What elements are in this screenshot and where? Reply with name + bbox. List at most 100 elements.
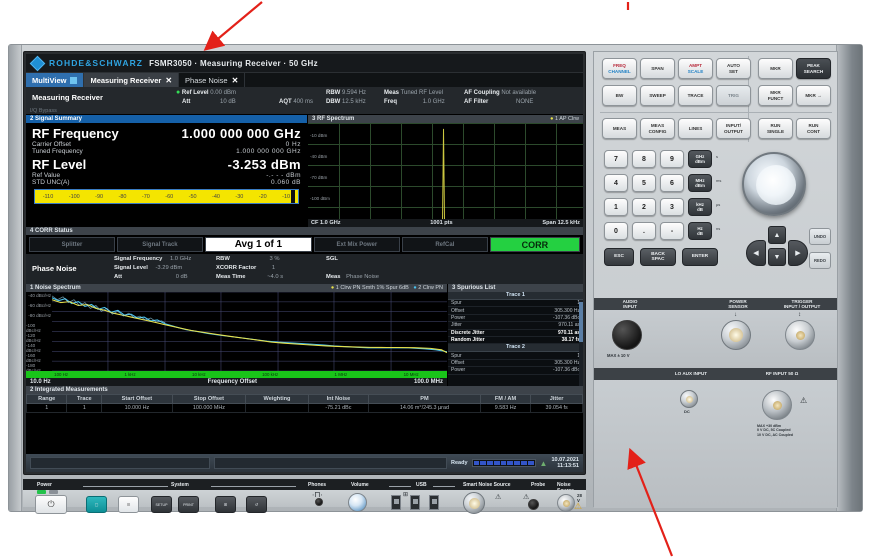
ext-mix-power-button[interactable]: Ext Mix Power — [314, 237, 400, 252]
close-icon[interactable]: ✕ — [232, 76, 239, 85]
key-9[interactable]: 9 — [660, 150, 684, 168]
integrated-measurements-window[interactable]: 2 Integrated Measurements Range Trace St… — [26, 386, 583, 413]
key-6[interactable]: 6 — [660, 174, 684, 192]
arrow-right-icon[interactable]: ▶ — [788, 240, 808, 266]
signal-level-value[interactable]: -3.29 dBm — [149, 265, 182, 271]
key-3[interactable]: 3 — [660, 198, 684, 216]
arrow-down-icon[interactable]: ▼ — [768, 248, 786, 266]
key-peak-search[interactable]: PEAK SEARCH — [796, 58, 831, 79]
key-1[interactable]: 1 — [604, 198, 628, 216]
key-unit-khz-db[interactable]: kHz dB — [688, 198, 712, 216]
signal-summary-window[interactable]: 2 Signal Summary RF Frequency 1.000 000 … — [26, 115, 307, 227]
ref-level-value[interactable]: 0.00 dBm — [210, 90, 236, 96]
key-0[interactable]: 0 — [604, 222, 628, 240]
noise-spectrum-plot[interactable]: -40 dBc/Hz -60 dBc/Hz -80 dBc/Hz -100 dB… — [26, 292, 447, 378]
key-decimal-point[interactable]: . — [632, 222, 656, 240]
key-unit-ghz-dbm[interactable]: GHz dBm — [688, 150, 712, 168]
aqt-value[interactable]: 400 ms — [293, 99, 313, 105]
key-7[interactable]: 7 — [604, 150, 628, 168]
key-mkr[interactable]: MKR — [758, 58, 793, 79]
corr-badge[interactable]: CORR — [490, 237, 580, 252]
af-coupling-value[interactable]: Not available — [501, 90, 536, 96]
navigation-knob[interactable] — [742, 152, 806, 216]
pn-meas-value[interactable]: Phase Noise — [342, 274, 379, 280]
close-icon[interactable]: ✕ — [165, 76, 172, 85]
key-redo[interactable]: REDO — [809, 252, 831, 269]
usb-port[interactable] — [410, 495, 420, 510]
key-input-output[interactable]: INPUT/ OUTPUT — [716, 118, 751, 139]
key-trig[interactable]: TRIG — [716, 85, 751, 106]
key-8[interactable]: 8 — [632, 150, 656, 168]
key-ampt-scale[interactable]: AMPT SCALE — [678, 58, 713, 79]
key-span[interactable]: SPAN — [640, 58, 675, 79]
lo-aux-input-connector[interactable] — [680, 390, 698, 408]
signal-track-button[interactable]: Signal Track — [117, 237, 203, 252]
volume-knob[interactable] — [348, 493, 367, 512]
spurious-list-scrollbar[interactable] — [579, 300, 583, 386]
signal-frequency-value[interactable]: 1.0 GHz — [164, 256, 191, 262]
noise-source-control-connector[interactable] — [557, 494, 575, 512]
trigger-io-connector[interactable] — [785, 320, 815, 350]
dbw-value[interactable]: 12.5 kHz — [342, 99, 366, 105]
key-bw[interactable]: BW — [602, 85, 637, 106]
spurious-list-body[interactable]: Trace 1 Spur1 Offset305.300 Hz Power-107… — [448, 292, 583, 386]
corr-status-window[interactable]: 4 CORR Status Splitter Signal Track Avg … — [26, 227, 583, 254]
key-meas[interactable]: MEAS — [602, 118, 637, 139]
key-sweep[interactable]: SWEEP — [640, 85, 675, 106]
key-esc[interactable]: ESC — [604, 248, 634, 266]
freq-value[interactable]: 1.0 GHz — [399, 99, 445, 105]
rbw-value[interactable]: 9.594 Hz — [342, 90, 366, 96]
af-filter-value[interactable]: NONE — [490, 99, 533, 105]
key-mkr-funct[interactable]: MKR FUNCT — [758, 85, 793, 106]
display-button[interactable]: ☰ — [118, 496, 139, 513]
att-value[interactable]: 10 dB — [192, 99, 236, 105]
setup-button[interactable]: SETUP — [151, 496, 172, 513]
smart-noise-source-connector[interactable] — [463, 492, 485, 514]
rf-spectrum-plot[interactable]: -10 dBm -40 dBm -70 dBm -100 dBm — [308, 123, 583, 219]
spurious-list-window[interactable]: 3 Spurious List Trace 1 Spur1 Offset305.… — [447, 284, 583, 386]
meas-time-value[interactable]: ~4.0 s — [247, 274, 283, 280]
probe-connector[interactable] — [528, 499, 539, 510]
key-meas-config[interactable]: MEAS CONFIG — [640, 118, 675, 139]
key-run-cont[interactable]: RUN CONT — [796, 118, 831, 139]
noise-spectrum-window[interactable]: 1 Noise Spectrum ● 1 Clrw PN Smth 1% Spu… — [26, 284, 447, 386]
average-count-display[interactable]: Avg 1 of 1 — [205, 237, 312, 252]
usb-port[interactable] — [391, 495, 401, 510]
preset-button[interactable]: ↺ — [246, 496, 267, 513]
key-mkr-to[interactable]: MKR → — [796, 85, 831, 106]
table-row[interactable]: 1 1 10.000 Hz 100.000 MHz -75.21 dBc 14.… — [27, 404, 583, 413]
tab-measuring-receiver[interactable]: Measuring Receiver ✕ — [84, 73, 179, 87]
usb-port[interactable] — [429, 495, 439, 510]
pn-att-value[interactable]: 0 dB — [124, 274, 188, 280]
key-enter[interactable]: ENTER — [682, 248, 718, 266]
tab-multiview[interactable]: MultiView — [26, 73, 84, 87]
key-backspace[interactable]: BACK SPAC — [640, 248, 676, 266]
home-button[interactable]: ▢ — [86, 496, 107, 513]
tab-phase-noise[interactable]: Phase Noise ✕ — [179, 73, 245, 87]
meas-value[interactable]: Tuned RF Level — [401, 90, 443, 96]
key-run-single[interactable]: RUN SINGLE — [758, 118, 793, 139]
key-undo[interactable]: UNDO — [809, 228, 831, 245]
rf-spectrum-window[interactable]: 3 RF Spectrum ● 1 AP Clrw — [307, 115, 583, 227]
key-4[interactable]: 4 — [604, 174, 628, 192]
key-trace[interactable]: TRACE — [678, 85, 713, 106]
power-button[interactable]: ⏻ — [35, 495, 67, 514]
key-5[interactable]: 5 — [632, 174, 656, 192]
arrow-up-icon[interactable]: ▲ — [768, 226, 786, 244]
key-auto-set[interactable]: AUTO SET — [716, 58, 751, 79]
audio-input-jack[interactable] — [612, 320, 642, 350]
status-message-field[interactable] — [214, 457, 447, 469]
power-sensor-connector[interactable] — [721, 320, 751, 350]
splitter-button[interactable]: Splitter — [29, 237, 115, 252]
key-lines[interactable]: LINES — [678, 118, 713, 139]
key-freq-channel[interactable]: FREQ CHANNEL — [602, 58, 637, 79]
pn-rbw-value[interactable]: 3 % — [231, 256, 279, 262]
phones-jack[interactable] — [315, 498, 323, 506]
arrow-left-icon[interactable]: ◀ — [746, 240, 766, 266]
key-unit-hz-db[interactable]: Hz dB — [688, 222, 712, 240]
key-2[interactable]: 2 — [632, 198, 656, 216]
xcorr-factor-value[interactable]: 1 — [258, 265, 275, 271]
status-left-field[interactable] — [30, 457, 210, 469]
print-button[interactable]: PRINT — [178, 496, 199, 513]
key-minus[interactable]: - — [660, 222, 684, 240]
